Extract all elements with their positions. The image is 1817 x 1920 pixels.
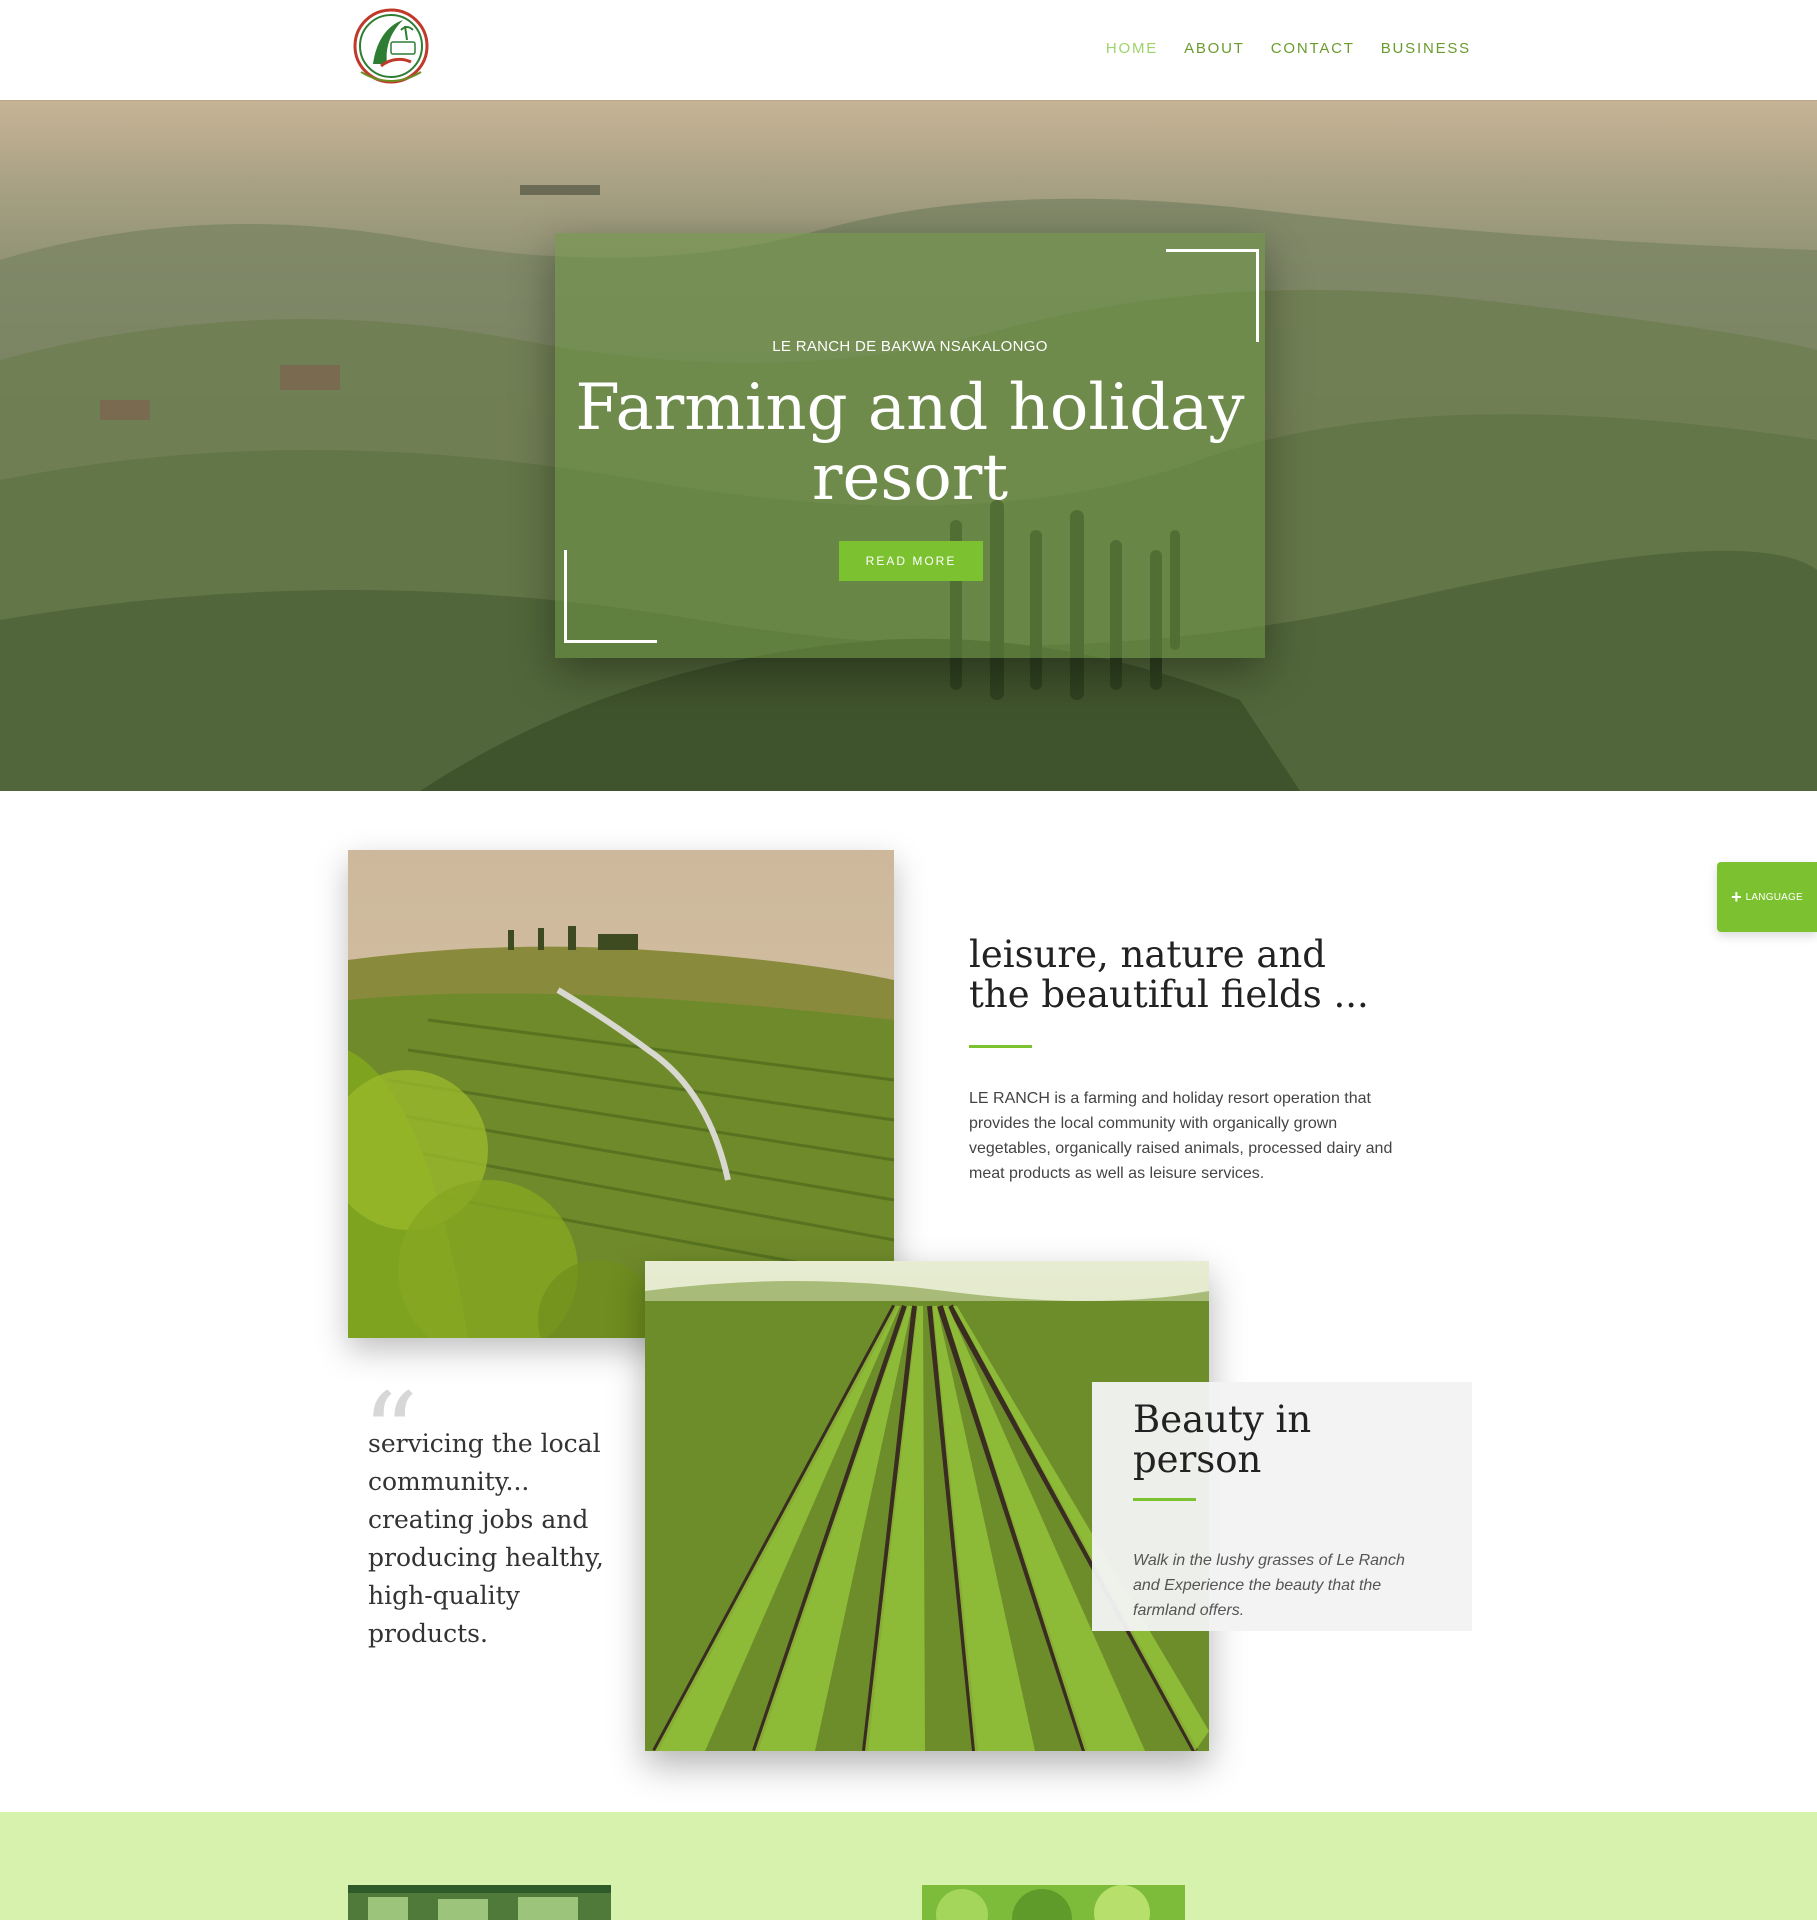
about-title-underline — [969, 1045, 1032, 1048]
hero-title: Farming and holiday resort — [575, 371, 1245, 515]
hero-section: LE RANCH DE BAKWA NSAKALONGO Farming and… — [0, 100, 1817, 791]
plus-icon: + — [1731, 886, 1742, 907]
beauty-title-underline — [1133, 1498, 1196, 1501]
lettuce-photo-right — [922, 1885, 1185, 1920]
hero-kicker: LE RANCH DE BAKWA NSAKALONGO — [772, 338, 1048, 355]
decorative-corner-top-right — [1166, 249, 1259, 342]
read-more-button[interactable]: READ MORE — [839, 541, 983, 581]
about-title: leisure, nature and the beautiful fields… — [969, 933, 1369, 1016]
main-nav: HOME ABOUT CONTACT BUSINESS — [1106, 40, 1471, 57]
about-text: LE RANCH is a farming and holiday resort… — [969, 1090, 1393, 1182]
quote-text: servicing the local community... creatin… — [368, 1429, 604, 1648]
le-ranch-logo-icon[interactable] — [351, 6, 431, 92]
beauty-card: Beauty in person Walk in the lushy grass… — [1092, 1382, 1472, 1631]
features-band — [0, 1812, 1817, 1920]
language-label: LANGUAGE — [1745, 891, 1803, 903]
language-tab[interactable]: + LANGUAGE — [1717, 862, 1817, 932]
beauty-text: Walk in the lushy grasses of Le Ranch an… — [1133, 1552, 1405, 1619]
nav-link-about[interactable]: ABOUT — [1184, 40, 1245, 57]
nav-link-business[interactable]: BUSINESS — [1381, 40, 1471, 57]
nav-link-contact[interactable]: CONTACT — [1271, 40, 1355, 57]
site-header: HOME ABOUT CONTACT BUSINESS — [0, 0, 1817, 100]
hero-card: LE RANCH DE BAKWA NSAKALONGO Farming and… — [555, 233, 1265, 658]
nav-link-home[interactable]: HOME — [1106, 40, 1158, 57]
beauty-title: Beauty in person — [1133, 1398, 1312, 1481]
garden-photo-left — [348, 1885, 611, 1920]
decorative-corner-bottom-left — [564, 550, 657, 643]
